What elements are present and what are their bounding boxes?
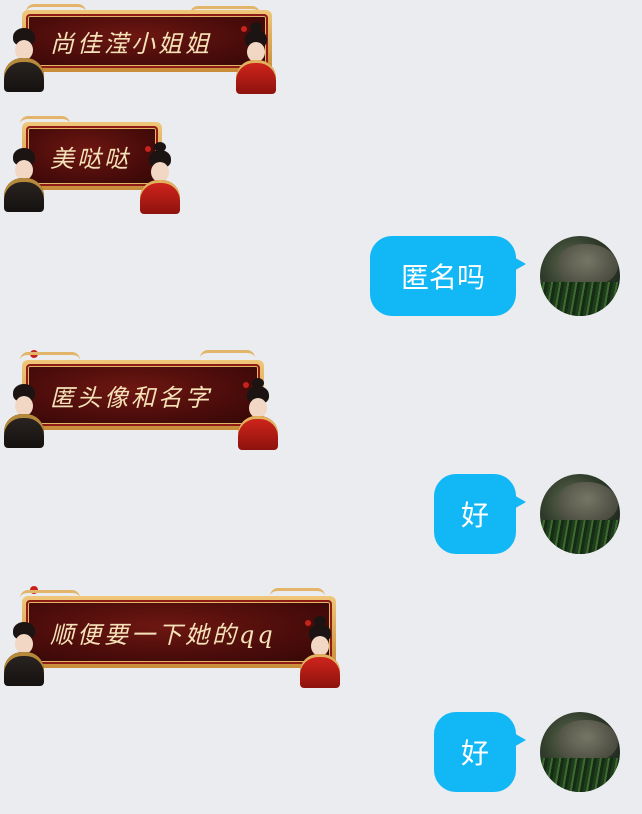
bubble-tail: [512, 494, 526, 510]
male-character-sticker: [4, 622, 44, 686]
message-text: 匿头像和名字: [26, 364, 260, 426]
bubble-tail: [512, 256, 526, 272]
chat-thread: 尚佳滢小姐姐 美哒哒 匿名吗 匿头像和名字 好 顺便要一下她的qq 好: [0, 0, 642, 814]
gold-swirl-decoration: [20, 352, 80, 360]
message-text: 美哒哒: [26, 126, 158, 186]
message-text: 好: [460, 499, 489, 532]
themed-bubble-frame: 尚佳滢小姐姐: [22, 10, 272, 72]
female-character-sticker: [300, 616, 340, 688]
gold-swirl-decoration: [270, 588, 325, 596]
user-avatar[interactable]: [540, 712, 620, 792]
user-avatar[interactable]: [540, 236, 620, 316]
user-avatar[interactable]: [540, 474, 620, 554]
male-character-sticker: [4, 148, 44, 212]
sent-message-bubble[interactable]: 好: [434, 712, 526, 792]
female-character-sticker: [238, 378, 278, 450]
bubble-tail: [512, 732, 526, 748]
sent-message-bubble[interactable]: 匿名吗: [370, 236, 526, 316]
message-text: 顺便要一下她的qq: [26, 600, 332, 664]
themed-bubble-frame: 顺便要一下她的qq: [22, 596, 336, 668]
female-character-sticker: [140, 142, 180, 214]
themed-bubble-frame: 匿头像和名字: [22, 360, 264, 430]
message-text: 好: [460, 737, 489, 770]
male-character-sticker: [4, 384, 44, 448]
message-text: 匿名吗: [400, 261, 485, 294]
message-text: 尚佳滢小姐姐: [26, 14, 268, 68]
sent-message-bubble[interactable]: 好: [434, 474, 526, 554]
gold-swirl-decoration: [200, 350, 255, 358]
female-character-sticker: [236, 22, 276, 94]
male-character-sticker: [4, 28, 44, 92]
